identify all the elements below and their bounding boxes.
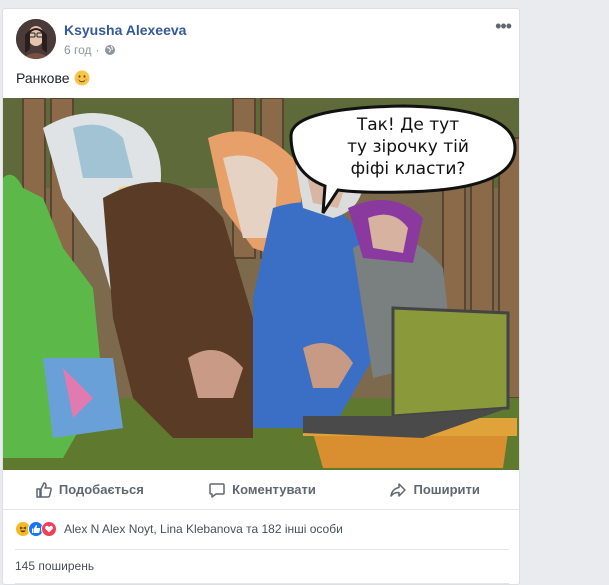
reactions-text[interactable]: Alex N Alex Noyt, Lina Klebanova та 182 … — [64, 522, 343, 536]
post-meta: 6 год · — [64, 43, 116, 57]
comment-button[interactable]: Коментувати — [176, 470, 349, 509]
feed-post: Ksyusha Alexeeva 6 год · ••• Ранкове Так… — [2, 8, 520, 585]
like-label: Подобається — [58, 482, 144, 497]
comment-label: Коментувати — [232, 482, 316, 497]
thumbs-up-icon — [36, 481, 52, 498]
share-button[interactable]: Поширити — [348, 470, 519, 509]
share-arrow-icon — [390, 482, 407, 497]
like-button[interactable]: Подобається — [3, 470, 176, 509]
comment-icon — [209, 482, 225, 498]
share-label: Поширити — [413, 482, 480, 497]
post-photo[interactable]: Так! Де тут ту зірочку тій фіфі класти? — [3, 98, 519, 470]
speech-bubble-line: фіфі класти? — [350, 159, 466, 179]
shares-count[interactable]: 145 поширень — [15, 559, 94, 573]
divider — [15, 549, 509, 550]
post-header: Ksyusha Alexeeva 6 год · ••• — [3, 9, 519, 71]
author-avatar[interactable] — [16, 19, 56, 59]
author-name[interactable]: Ksyusha Alexeeva — [64, 22, 186, 38]
love-reaction-icon — [41, 521, 57, 537]
caption-text: Ранкове — [16, 70, 70, 86]
post-timestamp[interactable]: 6 год — [64, 43, 92, 57]
post-actions-bar: Подобається Коментувати Поширити — [3, 470, 519, 510]
speech-bubble-line: ту зірочку тій — [347, 137, 469, 157]
speech-bubble-text: Так! Де тут ту зірочку тій фіфі класти? — [303, 114, 513, 180]
smiling-face-icon — [74, 70, 90, 86]
post-caption: Ранкове — [16, 70, 90, 86]
divider — [15, 583, 509, 584]
reactions-summary: Alex N Alex Noyt, Lina Klebanova та 182 … — [15, 519, 343, 539]
globe-icon[interactable] — [104, 44, 116, 56]
more-options-icon[interactable]: ••• — [495, 17, 512, 35]
reaction-icons[interactable] — [15, 521, 57, 537]
speech-bubble-line: Так! Де тут — [356, 115, 460, 135]
